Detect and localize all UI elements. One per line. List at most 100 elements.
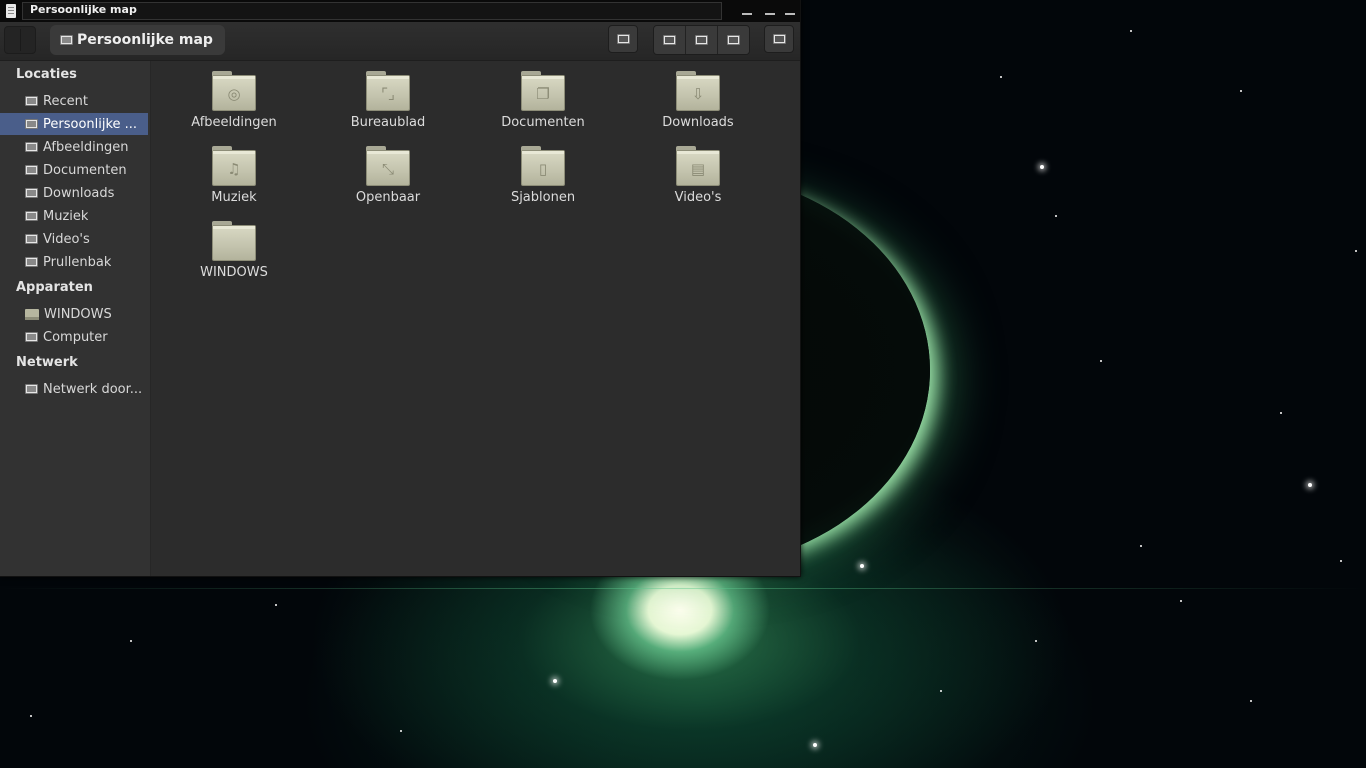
network-icon [25, 384, 38, 394]
sidebar-item-afbeeldingen[interactable]: Afbeeldingen [0, 136, 148, 158]
sidebar-item-label: Netwerk door... [43, 381, 143, 397]
folder-label: Afbeeldingen [191, 115, 277, 130]
sidebar-item-recent[interactable]: Recent [0, 90, 148, 112]
search-button[interactable] [608, 25, 638, 53]
sidebar-item-label: Muziek [43, 208, 89, 224]
folder-label: Downloads [662, 115, 734, 130]
folder-label: WINDOWS [200, 265, 268, 280]
close-icon[interactable] [785, 7, 795, 15]
compact-view-icon [727, 35, 740, 45]
sidebar-item-computer[interactable]: Computer [0, 326, 148, 348]
documents-folder-icon: ❐ [521, 71, 565, 111]
folder-windows[interactable]: WINDOWS [169, 221, 299, 293]
templates-folder-icon: ▯ [521, 146, 565, 186]
pictures-icon [25, 142, 38, 152]
star [1355, 250, 1357, 252]
sidebar-item-prullenbak[interactable]: Prullenbak [0, 251, 148, 273]
sidebar-item-documenten[interactable]: Documenten [0, 159, 148, 181]
star [1055, 215, 1057, 217]
star [1340, 560, 1342, 562]
folder-label: Muziek [211, 190, 257, 205]
video-folder-icon: ▤ [676, 146, 720, 186]
sidebar-section-locaties: Locaties [16, 67, 77, 82]
folder-label: Bureaublad [350, 115, 426, 130]
sidebar: Locaties Recent Persoonlijke ... Afbeeld… [0, 61, 151, 576]
sidebar-item-label: Video's [43, 231, 90, 247]
folder-label: Openbaar [355, 190, 421, 205]
star [940, 690, 942, 692]
window-title: Persoonlijke map [30, 3, 137, 16]
sidebar-item-label: WINDOWS [44, 306, 112, 322]
public-folder-icon: ⤡ [366, 146, 410, 186]
star [30, 715, 32, 717]
sidebar-item-muziek[interactable]: Muziek [0, 205, 148, 227]
app-icon[interactable] [6, 4, 16, 18]
sidebar-item-label: Prullenbak [43, 254, 112, 270]
location-button[interactable]: Persoonlijke map [50, 25, 225, 55]
desktop-folder-icon: ⌜⌟ [366, 71, 410, 111]
music-folder-icon: ♫ [212, 146, 256, 186]
menu-icon [772, 34, 786, 44]
icon-view-button[interactable] [654, 26, 686, 54]
sidebar-item-label: Persoonlijke ... [43, 116, 138, 132]
folder-documenten[interactable]: ❐ Documenten [478, 71, 608, 143]
recent-icon [25, 96, 38, 106]
music-icon [25, 211, 38, 221]
search-icon [616, 34, 630, 44]
documents-icon [25, 165, 38, 175]
sidebar-item-label: Documenten [43, 162, 127, 178]
file-manager-window: Persoonlijke map Persoonlijke map Locati… [0, 0, 801, 577]
star [1040, 165, 1044, 169]
star [1140, 545, 1142, 547]
home-icon [60, 35, 73, 45]
star [1100, 360, 1102, 362]
folder-afbeeldingen[interactable]: ◎ Afbeeldingen [169, 71, 299, 143]
sidebar-item-label: Recent [43, 93, 88, 109]
folder-bureaublad[interactable]: ⌜⌟ Bureaublad [323, 71, 453, 143]
folder-openbaar[interactable]: ⤡ Openbaar [323, 146, 453, 218]
sidebar-item-videos[interactable]: Video's [0, 228, 148, 250]
home-icon [25, 119, 38, 129]
folder-videos[interactable]: ▤ Video's [633, 146, 763, 218]
star [1280, 412, 1282, 414]
sidebar-item-label: Downloads [43, 185, 115, 201]
star [813, 743, 817, 747]
sidebar-item-network-browse[interactable]: Netwerk door... [0, 378, 148, 400]
folder-downloads[interactable]: ⇩ Downloads [633, 71, 763, 143]
star [553, 679, 557, 683]
sidebar-item-home[interactable]: Persoonlijke ... [0, 113, 148, 135]
folder-muziek[interactable]: ♫ Muziek [169, 146, 299, 218]
drive-icon [25, 308, 39, 320]
window-titlebar[interactable]: Persoonlijke map [0, 0, 800, 22]
folder-icon [212, 221, 256, 261]
back-forward-buttons[interactable] [4, 26, 36, 54]
sidebar-item-downloads[interactable]: Downloads [0, 182, 148, 204]
list-view-button[interactable] [686, 26, 718, 54]
menu-button[interactable] [764, 25, 794, 53]
star [1240, 90, 1242, 92]
location-label: Persoonlijke map [77, 32, 213, 48]
sidebar-item-windows[interactable]: WINDOWS [0, 303, 148, 325]
computer-icon [25, 332, 38, 342]
star [1130, 30, 1132, 32]
star [400, 730, 402, 732]
minimize-icon[interactable] [742, 7, 752, 15]
folder-sjablonen[interactable]: ▯ Sjablonen [478, 146, 608, 218]
star [1180, 600, 1182, 602]
toolbar: Persoonlijke map [0, 22, 800, 61]
maximize-icon[interactable] [765, 7, 775, 15]
folder-label: Documenten [501, 115, 585, 130]
star [275, 604, 277, 606]
wallpaper-horizon-line [0, 588, 1366, 589]
list-view-icon [695, 35, 708, 45]
icon-view-icon [663, 35, 676, 45]
star [860, 564, 864, 568]
star [130, 640, 132, 642]
star [1000, 76, 1002, 78]
compact-view-button[interactable] [718, 26, 749, 54]
star [1035, 640, 1037, 642]
sidebar-section-apparaten: Apparaten [16, 280, 93, 295]
sidebar-section-netwerk: Netwerk [16, 355, 78, 370]
file-view: ◎ Afbeeldingen ⌜⌟ Bureaublad ❐ Documente… [151, 61, 800, 576]
sidebar-item-label: Afbeeldingen [43, 139, 129, 155]
